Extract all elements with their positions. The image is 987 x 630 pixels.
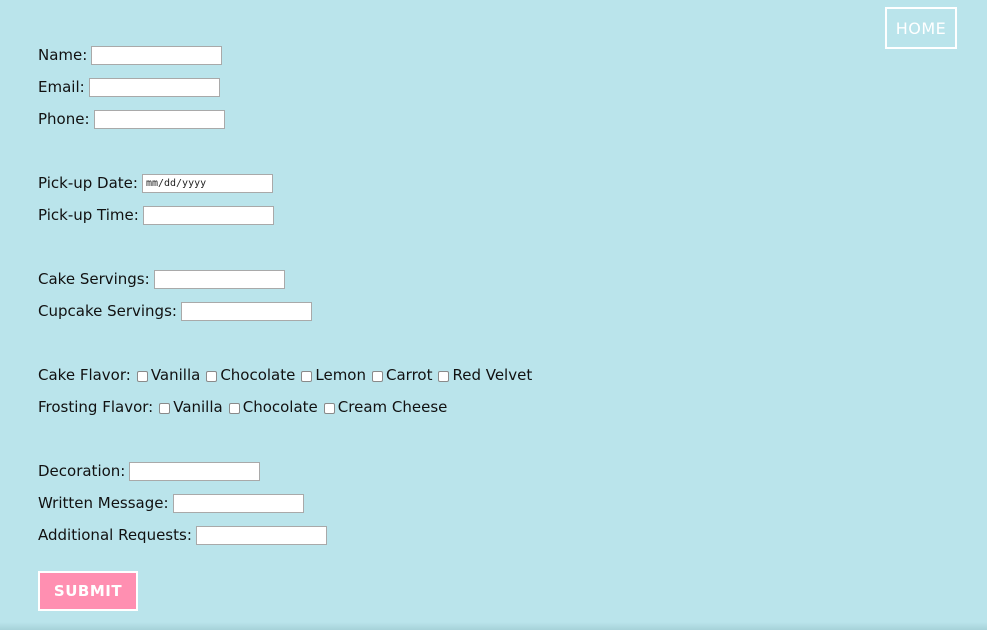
frosting-flavor-option-label: Cream Cheese — [337, 398, 448, 416]
cupcake-servings-input[interactable] — [180, 301, 312, 321]
submit-button[interactable]: SUBMIT — [38, 571, 138, 611]
cake-flavor-option-label: Vanilla — [150, 366, 201, 384]
home-button[interactable]: HOME — [885, 7, 957, 49]
cake-flavor-option-red-velvet: Red Velvet — [438, 366, 532, 384]
frosting-flavor-option-label: Vanilla — [173, 398, 223, 416]
cake-flavor-red-velvet-checkbox[interactable] — [438, 370, 450, 382]
cake-flavor-option-lemon: Lemon — [301, 366, 366, 384]
additional-requests-row: Additional Requests: — [38, 525, 327, 545]
pickup-date-label: Pick-up Date: — [38, 174, 138, 192]
cake-servings-row: Cake Servings: — [38, 269, 285, 289]
pickup-time-label: Pick-up Time: — [38, 206, 139, 224]
cake-flavor-option-vanilla: Vanilla — [136, 366, 201, 384]
pickup-date-input[interactable] — [141, 173, 273, 193]
cake-flavor-chocolate-checkbox[interactable] — [206, 370, 218, 382]
cake-flavor-option-carrot: Carrot — [372, 366, 432, 384]
name-row: Name: — [38, 45, 223, 65]
frosting-flavor-chocolate-checkbox[interactable] — [228, 402, 240, 414]
cake-flavor-option-label: Chocolate — [220, 366, 296, 384]
decoration-row: Decoration: — [38, 461, 261, 481]
cake-flavor-option-label: Carrot — [386, 366, 433, 384]
frosting-flavor-option-vanilla: Vanilla — [159, 398, 223, 416]
decoration-label: Decoration: — [38, 462, 126, 480]
additional-requests-input[interactable] — [195, 525, 327, 545]
frosting-flavor-cream-cheese-checkbox[interactable] — [323, 402, 335, 414]
frosting-flavor-option-cream-cheese: Cream Cheese — [323, 398, 448, 416]
frosting-flavor-option-chocolate: Chocolate — [228, 398, 318, 416]
written-message-input[interactable] — [172, 493, 304, 513]
cake-servings-input[interactable] — [153, 269, 285, 289]
name-label: Name: — [38, 46, 88, 64]
bottom-shadow — [0, 622, 987, 630]
email-row: Email: — [38, 77, 220, 97]
phone-input[interactable] — [93, 109, 225, 129]
order-form-page: HOME Name: Email: Phone: Pick-up Date: P… — [0, 0, 987, 630]
written-message-label: Written Message: — [38, 494, 169, 512]
frosting-flavor-row: Frosting Flavor: Vanilla Chocolate Cream… — [38, 397, 453, 417]
cake-flavor-option-chocolate: Chocolate — [206, 366, 295, 384]
cake-flavor-option-label: Red Velvet — [452, 366, 533, 384]
email-label: Email: — [38, 78, 85, 96]
pickup-time-input[interactable] — [142, 205, 274, 225]
cake-flavor-carrot-checkbox[interactable] — [372, 370, 383, 382]
frosting-flavor-vanilla-checkbox[interactable] — [159, 402, 171, 414]
frosting-flavor-option-label: Chocolate — [242, 398, 318, 416]
cake-flavor-lemon-checkbox[interactable] — [301, 370, 313, 382]
phone-label: Phone: — [38, 110, 90, 128]
cupcake-servings-label: Cupcake Servings: — [38, 302, 177, 320]
pickup-time-row: Pick-up Time: — [38, 205, 274, 225]
decoration-input[interactable] — [129, 461, 261, 481]
written-message-row: Written Message: — [38, 493, 304, 513]
cake-flavor-vanilla-checkbox[interactable] — [136, 370, 148, 382]
frosting-flavor-label: Frosting Flavor: — [38, 398, 154, 416]
name-input[interactable] — [91, 45, 223, 65]
cake-flavor-label: Cake Flavor: — [38, 366, 131, 384]
cake-servings-label: Cake Servings: — [38, 270, 150, 288]
phone-row: Phone: — [38, 109, 225, 129]
cake-flavor-option-label: Lemon — [315, 366, 366, 384]
email-input[interactable] — [88, 77, 220, 97]
pickup-date-row: Pick-up Date: — [38, 173, 273, 193]
cake-flavor-row: Cake Flavor: Vanilla Chocolate Lemon Car… — [38, 365, 538, 385]
cupcake-servings-row: Cupcake Servings: — [38, 301, 312, 321]
additional-requests-label: Additional Requests: — [38, 526, 192, 544]
